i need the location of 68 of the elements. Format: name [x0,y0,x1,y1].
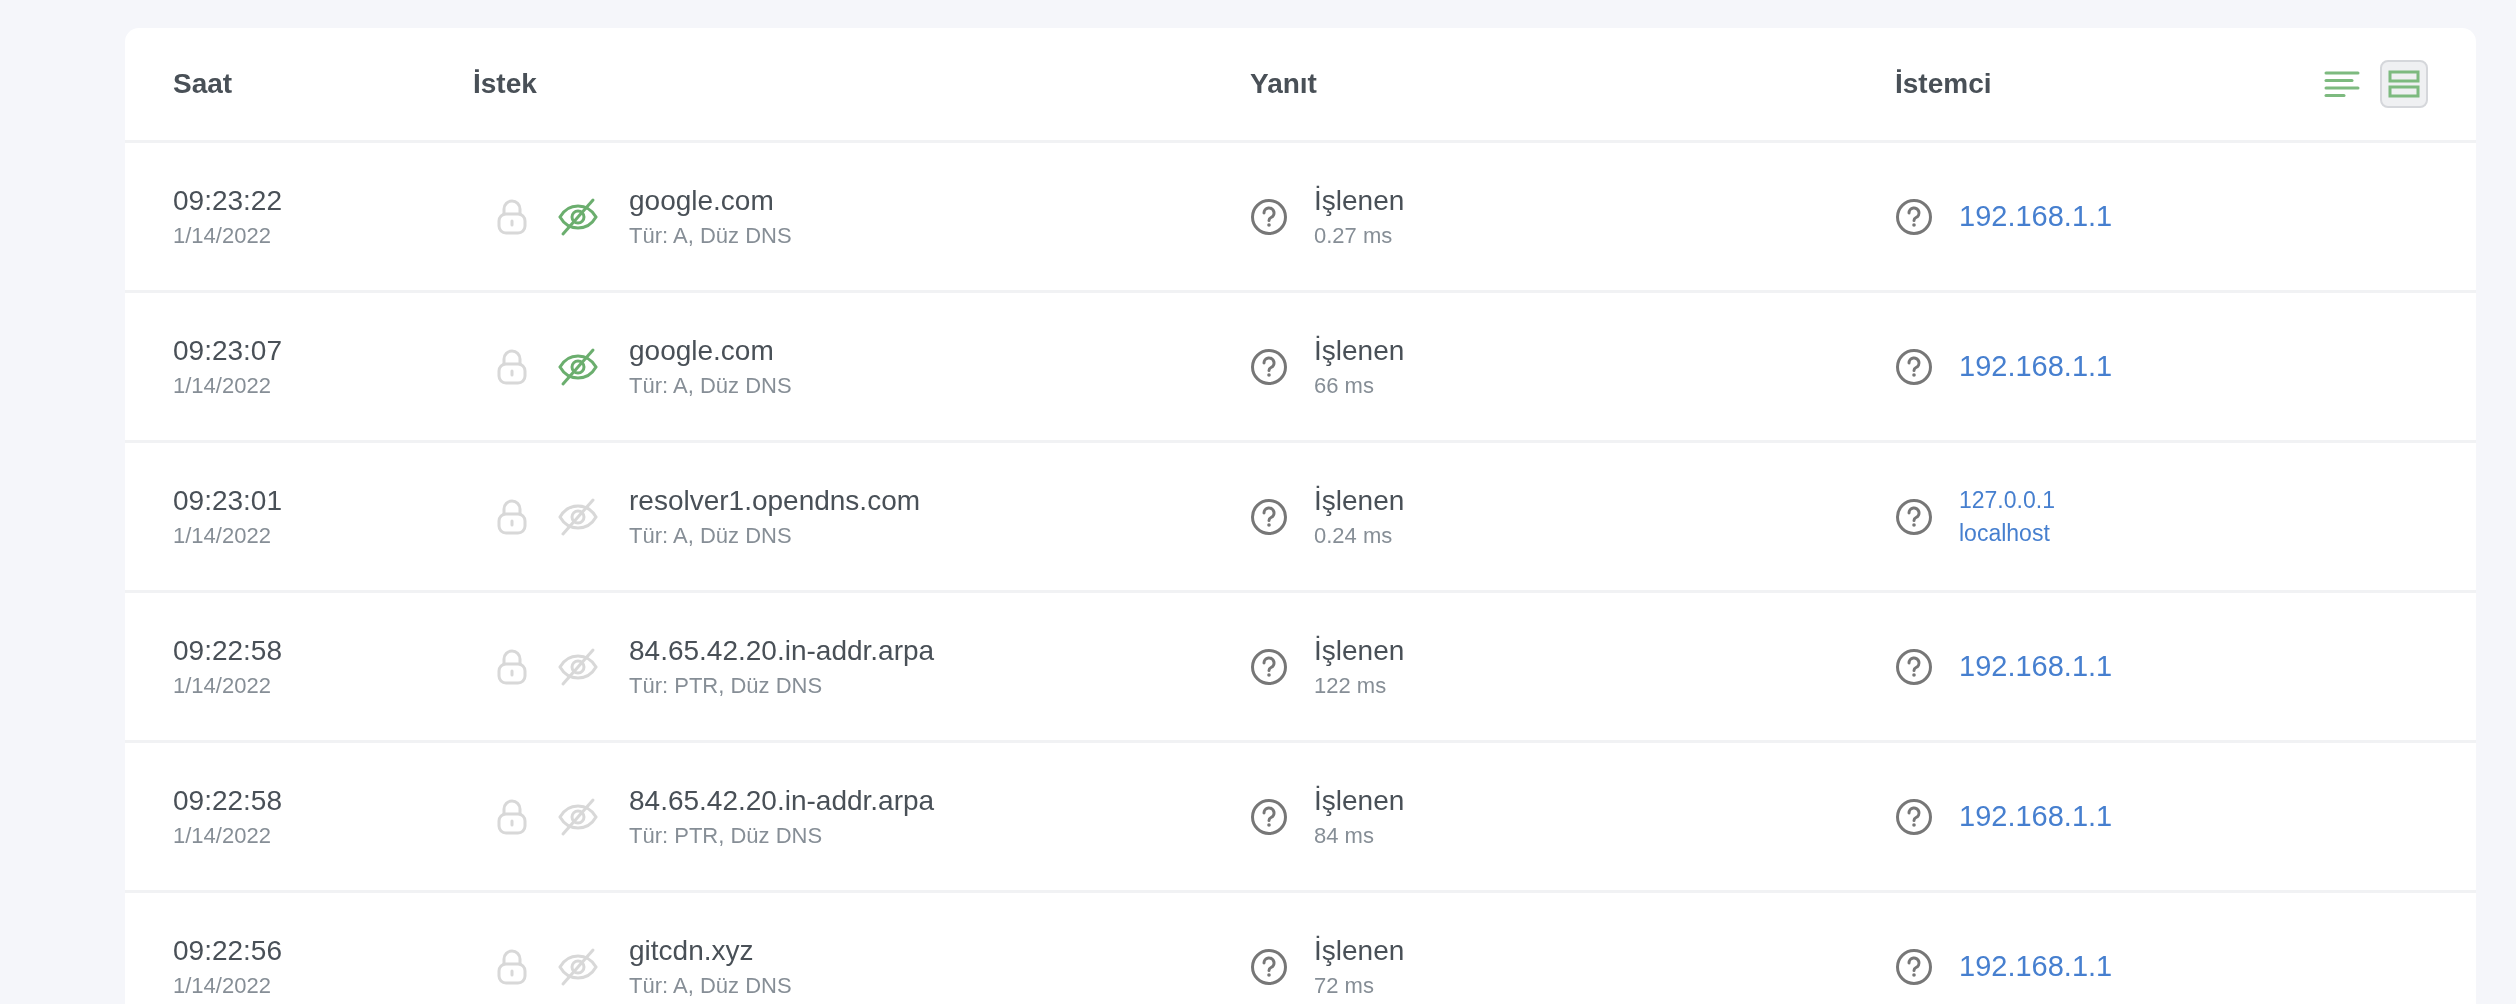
query-type-text: Tür: PTR, Düz DNS [629,672,824,699]
lines-icon [2324,69,2360,99]
domain-text: google.com [629,334,775,367]
lock-icon [497,198,527,235]
date-text: 1/14/2022 [173,522,272,549]
query-type-text: Tür: A, Düz DNS [629,372,792,399]
elapsed-time-text: 122 ms [1314,672,1388,699]
status-text: İşlenen [1314,634,1405,667]
help-icon[interactable] [1250,347,1288,386]
lock-icon [497,648,527,685]
domain-text: resolver1.opendns.com [629,484,921,517]
domain-text: google.com [629,184,775,217]
column-header: Saat [173,68,234,100]
help-icon[interactable] [1250,497,1288,536]
help-icon[interactable] [1250,197,1288,236]
lock-icon [497,348,527,385]
query-type-text: Tür: A, Düz DNS [629,972,792,999]
lock-icon [497,798,527,835]
column-header: İstek [473,68,538,100]
query-type-text: Tür: PTR, Düz DNS [629,822,824,849]
domain-text: gitcdn.xyz [629,934,755,967]
help-icon[interactable] [1895,347,1933,386]
time-text: 09:23:01 [173,484,283,517]
date-text: 1/14/2022 [173,222,272,249]
elapsed-time-text: 84 ms [1314,822,1375,849]
client-ip-link[interactable]: 127.0.0.1 [1959,486,2055,514]
rows-icon [2388,69,2420,99]
view-toggle-button[interactable] [2380,60,2428,108]
time-text: 09:23:07 [173,334,283,367]
date-text: 1/14/2022 [173,822,272,849]
query-type-text: Tür: A, Düz DNS [629,522,793,549]
elapsed-time-text: 66 ms [1314,372,1375,399]
status-text: İşlenen [1314,484,1405,517]
client-ip-link[interactable]: 192.168.1.1 [1959,350,2113,383]
column-header: Yanıt [1250,68,1318,100]
help-icon[interactable] [1895,197,1933,236]
elapsed-time-text: 0.27 ms [1314,222,1394,249]
domain-text: 84.65.42.20.in-addr.arpa [629,784,935,817]
client-ip-link[interactable]: 192.168.1.1 [1959,200,2113,233]
query-type-text: Tür: A, Düz DNS [629,222,792,249]
elapsed-time-text: 0.24 ms [1314,522,1394,549]
status-text: İşlenen [1314,934,1405,967]
client-ip-link[interactable]: 192.168.1.1 [1959,950,2113,983]
time-text: 09:23:22 [173,184,283,217]
domain-text: 84.65.42.20.in-addr.arpa [629,634,935,667]
status-text: İşlenen [1314,784,1405,817]
help-icon[interactable] [1895,647,1933,686]
time-text: 09:22:58 [173,634,283,667]
column-header: İstemci [1895,68,1992,100]
date-text: 1/14/2022 [173,972,272,999]
client-name-link[interactable]: localhost [1959,519,2055,547]
help-icon[interactable] [1250,647,1288,686]
help-icon[interactable] [1895,947,1933,986]
elapsed-time-text: 72 ms [1314,972,1375,999]
help-icon[interactable] [1250,797,1288,836]
time-text: 09:22:58 [173,784,283,817]
client-ip-link[interactable]: 192.168.1.1 [1959,650,2113,683]
lock-icon [497,948,527,985]
help-icon[interactable] [1250,947,1288,986]
time-text: 09:22:56 [173,934,283,967]
client-ip-link[interactable]: 192.168.1.1 [1959,800,2113,833]
status-text: İşlenen [1314,184,1405,217]
help-icon[interactable] [1895,797,1933,836]
status-text: İşlenen [1314,334,1405,367]
date-text: 1/14/2022 [173,372,272,399]
date-text: 1/14/2022 [173,672,272,699]
help-icon[interactable] [1895,497,1933,536]
lock-icon [497,498,527,535]
